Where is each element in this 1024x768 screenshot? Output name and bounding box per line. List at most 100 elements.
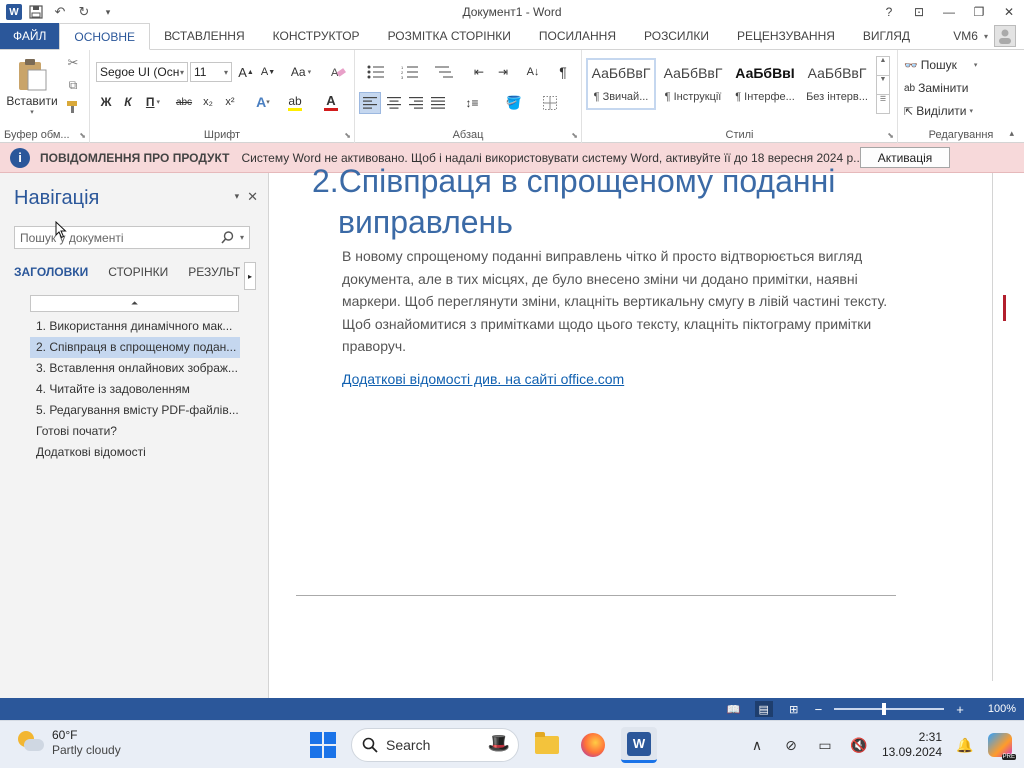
align-right-icon[interactable] bbox=[405, 92, 427, 114]
style-normal[interactable]: АаБбВвГ ¶ Звичай... bbox=[586, 58, 656, 110]
document-body-text[interactable]: В новому спрощеному поданні виправлень ч… bbox=[342, 245, 902, 358]
clear-formatting-icon[interactable]: A bbox=[328, 62, 348, 82]
copilot-icon[interactable]: PRE bbox=[988, 733, 1016, 760]
chevron-down-icon[interactable]: ▾ bbox=[240, 233, 244, 242]
font-name-select[interactable]: Segoe UI (Осн ▾ bbox=[96, 62, 188, 82]
line-spacing-icon[interactable]: ↕≡ bbox=[457, 92, 487, 114]
close-pane-icon[interactable]: ✕ bbox=[247, 189, 258, 205]
clipboard-launcher-icon[interactable]: ⬊ bbox=[79, 131, 86, 140]
customize-icon[interactable]: ▾ bbox=[98, 3, 118, 21]
heading-item[interactable]: Готові почати? bbox=[30, 421, 240, 442]
strikethrough-button[interactable]: abc bbox=[172, 92, 196, 112]
tab-home[interactable]: ОСНОВНЕ bbox=[59, 23, 151, 50]
tab-references[interactable]: ПОСИЛАННЯ bbox=[525, 23, 630, 49]
style-interface[interactable]: АаБбВвІ ¶ Інтерфе... bbox=[730, 58, 800, 110]
select-button[interactable]: ⇱ Виділити ▾ bbox=[904, 102, 973, 120]
read-mode-icon[interactable]: 📖 bbox=[725, 701, 743, 717]
chevron-down-icon[interactable]: ▼ bbox=[877, 75, 889, 94]
web-layout-icon[interactable]: ⊞ bbox=[785, 701, 803, 717]
pane-options-icon[interactable]: ▾ bbox=[235, 189, 240, 205]
tab-design[interactable]: КОНСТРУКТОР bbox=[259, 23, 374, 49]
zoom-slider-thumb[interactable] bbox=[882, 703, 887, 715]
redo-icon[interactable]: ↻ bbox=[74, 3, 94, 21]
sort-icon[interactable]: A↓ bbox=[523, 62, 543, 82]
network-icon[interactable]: ⊘ bbox=[780, 737, 802, 754]
chevron-up-icon[interactable]: ▲ bbox=[877, 57, 889, 75]
borders-icon[interactable] bbox=[535, 92, 565, 114]
volume-muted-icon[interactable]: 🔇 bbox=[848, 737, 870, 754]
heading-item-selected[interactable]: 2. Співпраця в спрощеному подан... bbox=[30, 337, 240, 358]
user-name[interactable]: VM6 bbox=[953, 29, 978, 43]
document-heading-line2[interactable]: виправлень bbox=[338, 202, 513, 242]
file-explorer-button[interactable] bbox=[529, 727, 565, 763]
zoom-in-button[interactable]: + bbox=[956, 702, 964, 717]
font-size-select[interactable]: 11 ▾ bbox=[190, 62, 232, 82]
tab-mailings[interactable]: РОЗСИЛКИ bbox=[630, 23, 723, 49]
restore-icon[interactable]: ❐ bbox=[964, 0, 994, 24]
heading-item[interactable]: 1. Використання динамічного мак... bbox=[30, 316, 240, 337]
heading-item[interactable]: 4. Читайте із задоволенням bbox=[30, 379, 240, 400]
bullets-icon[interactable] bbox=[361, 62, 391, 82]
search-icon[interactable] bbox=[221, 231, 234, 244]
bold-button[interactable]: Ж bbox=[96, 92, 116, 112]
chevron-up-icon[interactable]: ∧ bbox=[746, 737, 768, 754]
justify-icon[interactable] bbox=[427, 92, 449, 114]
chevron-down-icon[interactable]: ▾ bbox=[984, 32, 988, 41]
cut-icon[interactable]: ✂ bbox=[64, 54, 82, 72]
ribbon-display-icon[interactable]: ⊡ bbox=[904, 0, 934, 24]
tab-page-layout[interactable]: РОЗМІТКА СТОРІНКИ bbox=[374, 23, 525, 49]
save-icon[interactable] bbox=[26, 3, 46, 21]
office-link[interactable]: Додаткові відомості див. на сайті office… bbox=[342, 371, 624, 387]
revision-marker[interactable] bbox=[1003, 295, 1006, 321]
paste-button[interactable]: Вставити ▾ bbox=[4, 54, 60, 120]
document-area[interactable]: 2.Співпраця в спрощеному поданні виправл… bbox=[270, 163, 1024, 698]
styles-launcher-icon[interactable]: ⬊ bbox=[887, 131, 894, 140]
highlight-color-icon[interactable]: ab bbox=[280, 92, 310, 112]
grow-font-button[interactable]: A ▲ bbox=[236, 63, 256, 81]
collapse-headings-bar[interactable]: ⏶ bbox=[30, 295, 239, 312]
tab-review[interactable]: РЕЦЕНЗУВАННЯ bbox=[723, 23, 849, 49]
numbering-icon[interactable]: 123 bbox=[395, 62, 425, 82]
taskbar-search[interactable]: Search 🎩 bbox=[351, 728, 519, 762]
decrease-indent-icon[interactable]: ⇤ bbox=[469, 62, 489, 82]
search-document-input[interactable]: Пошук у документі ▾ bbox=[14, 226, 250, 249]
superscript-button[interactable]: x² bbox=[220, 92, 240, 112]
zoom-level[interactable]: 100% bbox=[988, 703, 1016, 715]
document-heading[interactable]: 2.Співпраця в спрощеному поданні bbox=[312, 159, 835, 203]
tab-pages[interactable]: СТОРІНКИ bbox=[108, 265, 168, 279]
font-launcher-icon[interactable]: ⬊ bbox=[344, 131, 351, 140]
align-center-icon[interactable] bbox=[383, 92, 405, 114]
minimize-icon[interactable]: — bbox=[934, 0, 964, 24]
heading-item[interactable]: Додаткові відомості bbox=[30, 442, 240, 463]
clock[interactable]: 2:31 13.09.2024 bbox=[882, 730, 942, 760]
chevron-right-icon[interactable]: ▸ bbox=[244, 262, 256, 290]
show-marks-icon[interactable]: ¶ bbox=[553, 62, 573, 82]
word-taskbar-button[interactable]: W bbox=[621, 727, 657, 763]
italic-button[interactable]: К bbox=[118, 92, 138, 112]
avatar[interactable] bbox=[994, 25, 1016, 47]
print-layout-icon[interactable]: ▤ bbox=[754, 701, 773, 717]
replace-button[interactable]: ab Замінити bbox=[904, 79, 969, 97]
heading-item[interactable]: 3. Вставлення онлайнових зображ... bbox=[30, 358, 240, 379]
zoom-slider[interactable] bbox=[834, 703, 945, 715]
shrink-font-button[interactable]: A ▼ bbox=[258, 63, 278, 81]
heading-item[interactable]: 5. Редагування вмісту PDF-файлів... bbox=[30, 400, 240, 421]
more-styles-icon[interactable]: ☰ bbox=[877, 94, 889, 113]
help-icon[interactable]: ? bbox=[874, 0, 904, 24]
tab-results[interactable]: РЕЗУЛЬТ bbox=[188, 265, 240, 279]
align-left-icon[interactable] bbox=[359, 92, 381, 114]
shading-icon[interactable]: 🪣 bbox=[499, 92, 529, 114]
copy-icon[interactable]: ⧉ bbox=[64, 76, 82, 94]
tab-headings[interactable]: ЗАГОЛОВКИ bbox=[14, 265, 88, 279]
collapse-ribbon-icon[interactable]: ▴ bbox=[1009, 128, 1014, 139]
style-no-spacing[interactable]: АаБбВвГ Без інтерв... bbox=[802, 58, 872, 110]
close-icon[interactable]: ✕ bbox=[994, 0, 1024, 24]
increase-indent-icon[interactable]: ⇥ bbox=[493, 62, 513, 82]
tab-view[interactable]: ВИГЛЯД bbox=[849, 23, 924, 49]
zoom-out-button[interactable]: − bbox=[815, 702, 823, 717]
multilevel-list-icon[interactable] bbox=[429, 62, 459, 82]
style-instructions[interactable]: АаБбВвГ ¶ Інструкції bbox=[658, 58, 728, 110]
find-button[interactable]: 👓 Пошук ▾ bbox=[904, 56, 977, 74]
start-button[interactable] bbox=[305, 727, 341, 763]
activate-button[interactable]: Активація bbox=[860, 147, 950, 168]
